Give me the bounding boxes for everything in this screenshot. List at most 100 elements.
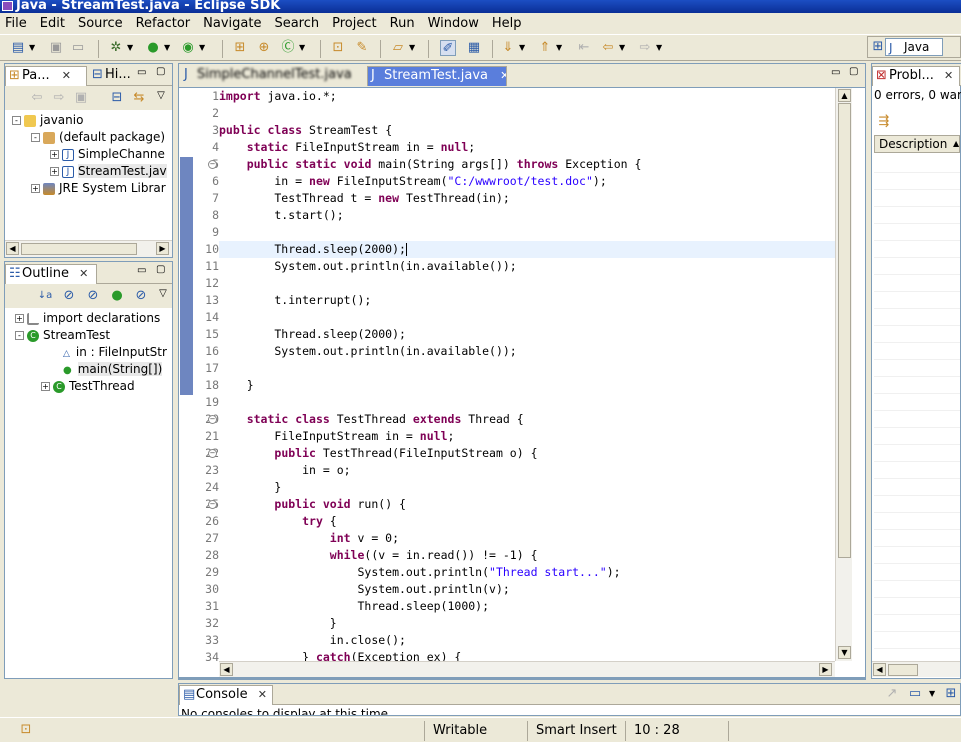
scroll-down-icon[interactable]: ▼: [838, 646, 851, 659]
problems-list[interactable]: [874, 156, 960, 656]
tree-expander[interactable]: +: [50, 150, 59, 159]
debug-icon[interactable]: ✲: [108, 40, 124, 56]
tree-node-simplechannel[interactable]: + J SimpleChanne: [50, 146, 165, 163]
up-icon[interactable]: ▣: [73, 90, 89, 106]
code-line[interactable]: [219, 360, 837, 377]
maximize-icon[interactable]: ▢: [849, 66, 858, 77]
code-content[interactable]: import java.io.*; public class StreamTes…: [219, 88, 837, 666]
code-line[interactable]: [219, 394, 837, 411]
print-icon[interactable]: ▭: [70, 40, 86, 56]
editor-hscroll[interactable]: ◀ ▶: [219, 661, 835, 677]
menu-edit[interactable]: Edit: [40, 16, 65, 31]
close-icon[interactable]: ✕: [79, 267, 88, 280]
minimize-icon[interactable]: ▭: [137, 67, 146, 78]
tree-expander[interactable]: -: [12, 116, 21, 125]
code-line[interactable]: Thread.sleep(2000);: [219, 241, 837, 258]
open-console-icon[interactable]: ⊞: [943, 686, 959, 702]
open-type-icon[interactable]: ⊡: [330, 40, 346, 56]
tab-outline[interactable]: ☷ Outline ✕: [5, 264, 97, 284]
search-icon[interactable]: ✎: [354, 40, 370, 56]
mark-occurrences-icon[interactable]: ✐: [440, 40, 456, 56]
back-icon[interactable]: ⇦: [600, 40, 616, 56]
editor-vscroll[interactable]: ▲ ▼: [835, 88, 852, 661]
code-line[interactable]: }: [219, 615, 837, 632]
code-line[interactable]: [219, 105, 837, 122]
tree-expander[interactable]: -: [31, 133, 40, 142]
menu-run[interactable]: Run: [390, 16, 415, 31]
tab-simplechanneltest[interactable]: J SimpleChannelTest.java: [181, 66, 366, 86]
scroll-up-icon[interactable]: ▲: [838, 89, 851, 102]
tab-streamtest[interactable]: J StreamTest.java ✕: [367, 66, 507, 86]
code-line[interactable]: FileInputStream in = null;: [219, 428, 837, 445]
java-perspective-button[interactable]: J Java: [885, 38, 943, 56]
tab-package-explorer[interactable]: ⊞ Pa... ✕: [5, 66, 87, 86]
tree-node-project[interactable]: - javanio: [12, 112, 83, 129]
show-source-icon[interactable]: ▦: [466, 40, 482, 56]
sort-icon[interactable]: ↓a: [37, 288, 53, 304]
hide-fields-icon[interactable]: ⊘: [61, 288, 77, 304]
code-line[interactable]: public void run() {: [219, 496, 837, 513]
scroll-right-icon[interactable]: ▶: [156, 242, 169, 255]
forward-arrow-icon[interactable]: ⇨: [51, 90, 67, 106]
close-icon[interactable]: ✕: [62, 69, 71, 82]
last-edit-icon[interactable]: ⇤: [576, 40, 592, 56]
tree-node-default-package[interactable]: - (default package): [31, 129, 165, 146]
code-line[interactable]: }: [219, 479, 837, 496]
menu-file[interactable]: File: [5, 16, 27, 31]
link-editor-icon[interactable]: ⇆: [131, 90, 147, 106]
code-line[interactable]: [219, 224, 837, 241]
outline-node-imports[interactable]: + import declarations: [15, 310, 160, 327]
code-line[interactable]: System.out.println("Thread start...");: [219, 564, 837, 581]
scroll-thumb[interactable]: [838, 103, 851, 558]
external-tools-icon[interactable]: ◉: [180, 40, 196, 56]
maximize-icon[interactable]: ▢: [156, 264, 165, 275]
outline-node-method[interactable]: ● main(String[]): [63, 361, 163, 378]
scroll-thumb[interactable]: [21, 243, 137, 255]
outline-node-field[interactable]: △ in : FileInputStr: [63, 344, 167, 361]
tree-expander[interactable]: +: [50, 167, 59, 176]
scroll-left-icon[interactable]: ◀: [6, 242, 19, 255]
open-perspective-icon[interactable]: ⊞: [870, 39, 886, 55]
menu-window[interactable]: Window: [428, 16, 479, 31]
tree-node-jre[interactable]: + JRE System Librar: [31, 180, 166, 197]
tree-expander[interactable]: +: [15, 314, 24, 323]
open-folder-icon[interactable]: ▱: [390, 40, 406, 56]
tree-expander[interactable]: +: [41, 382, 50, 391]
outline-node-class[interactable]: - C StreamTest: [15, 327, 110, 344]
code-line[interactable]: public TestThread(FileInputStream o) {: [219, 445, 837, 462]
fold-collapse-icon[interactable]: −: [208, 415, 217, 424]
menu-refactor[interactable]: Refactor: [136, 16, 191, 31]
close-icon[interactable]: ✕: [258, 688, 267, 701]
code-line[interactable]: import java.io.*;: [219, 88, 837, 105]
code-line[interactable]: public class StreamTest {: [219, 122, 837, 139]
code-line[interactable]: Thread.sleep(2000);: [219, 326, 837, 343]
outline-node-inner-class[interactable]: + C TestThread: [41, 378, 135, 395]
tab-problems[interactable]: ⊠ Probl... ✕: [872, 66, 960, 86]
back-arrow-icon[interactable]: ⇦: [29, 90, 45, 106]
code-editor[interactable]: 1234567891011121314151617181920212223242…: [178, 87, 866, 678]
run-icon[interactable]: ●: [145, 40, 161, 56]
menu-search[interactable]: Search: [274, 16, 319, 31]
prev-annotation-icon[interactable]: ⇑: [537, 40, 553, 56]
forward-icon[interactable]: ⇨: [637, 40, 653, 56]
code-line[interactable]: in.close();: [219, 632, 837, 649]
tab-hierarchy[interactable]: ⊟ Hi...: [89, 66, 133, 86]
code-line[interactable]: try {: [219, 513, 837, 530]
filter-icon[interactable]: ⇶: [876, 114, 892, 130]
maximize-icon[interactable]: ▢: [156, 66, 165, 77]
next-annotation-icon[interactable]: ⇓: [500, 40, 516, 56]
code-line[interactable]: [219, 309, 837, 326]
code-line[interactable]: System.out.println(v);: [219, 581, 837, 598]
close-icon[interactable]: ✕: [500, 69, 506, 82]
minimize-icon[interactable]: ▭: [831, 67, 840, 78]
package-explorer-hscroll[interactable]: ◀ ▶: [5, 240, 172, 257]
menu-project[interactable]: Project: [332, 16, 376, 31]
code-line[interactable]: System.out.println(in.available());: [219, 343, 837, 360]
code-line[interactable]: TestThread t = new TestThread(in);: [219, 190, 837, 207]
scroll-left-icon[interactable]: ◀: [873, 663, 886, 676]
display-console-icon[interactable]: ▭: [907, 686, 923, 702]
description-column-header[interactable]: Description ▲: [874, 135, 960, 153]
save-icon[interactable]: ▣: [48, 40, 64, 56]
code-line[interactable]: in = new FileInputStream("C:/wwwroot/tes…: [219, 173, 837, 190]
code-line[interactable]: static class TestThread extends Thread {: [219, 411, 837, 428]
